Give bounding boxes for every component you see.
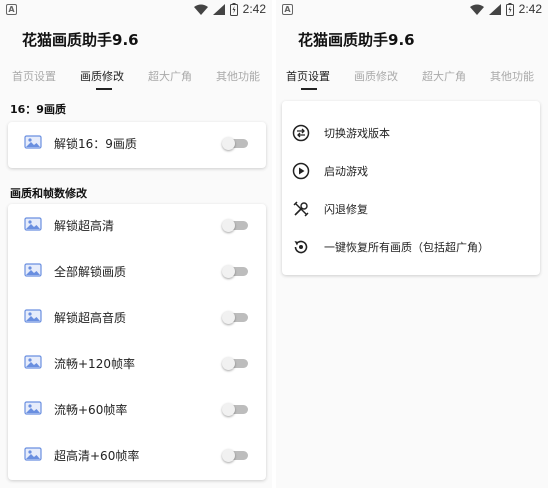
toggle-switch[interactable]	[222, 219, 248, 232]
tab-bar: 首页设置 画质修改 超大广角 其他功能	[0, 62, 272, 92]
section-title-16-9: 16：9画质	[10, 103, 66, 116]
app-bar: 花猫画质助手9.6	[276, 26, 548, 54]
image-icon	[24, 217, 42, 231]
tab-home-settings[interactable]: 首页设置	[12, 68, 56, 84]
tab-quality-modify[interactable]: 画质修改	[354, 68, 398, 84]
image-icon	[24, 263, 42, 277]
notification-app-icon: A	[282, 4, 293, 15]
menu-label: 切换游戏版本	[324, 127, 390, 140]
signal-icon	[488, 3, 501, 15]
setting-label: 流畅+120帧率	[54, 357, 135, 371]
restore-icon	[294, 240, 308, 254]
section-title-quality-fps: 画质和帧数修改	[10, 187, 87, 200]
tab-indicator	[301, 88, 317, 90]
card-quality-fps: 解锁超高清 全部解锁画质 解锁超高音质 流畅+120帧率 流畅+60帧率 超高清…	[8, 204, 266, 480]
image-icon	[24, 309, 42, 323]
setting-row[interactable]: 解锁超高清	[8, 204, 266, 250]
menu-label: 启动游戏	[324, 165, 368, 178]
toggle-switch[interactable]	[222, 403, 248, 416]
tab-home-settings[interactable]: 首页设置	[286, 68, 330, 84]
clock: 2:42	[518, 2, 542, 16]
tab-other-functions[interactable]: 其他功能	[490, 68, 534, 84]
setting-label: 全部解锁画质	[54, 265, 127, 279]
tab-other-functions[interactable]: 其他功能	[216, 68, 260, 84]
app-title: 花猫画质助手9.6	[22, 31, 139, 49]
signal-icon	[212, 3, 225, 15]
menu-item-switch-version[interactable]: 切换游戏版本	[282, 113, 540, 151]
setting-label: 解锁16：9画质	[54, 137, 137, 151]
toggle-switch[interactable]	[222, 137, 248, 150]
home-menu-card: 切换游戏版本 启动游戏 闪退修复 一键恢复所有画质（包括超广角）	[282, 101, 540, 275]
app-title: 花猫画质助手9.6	[298, 31, 415, 49]
tab-indicator	[96, 88, 112, 90]
toggle-switch[interactable]	[222, 357, 248, 370]
battery-icon	[505, 2, 514, 16]
tab-quality-modify[interactable]: 画质修改	[80, 68, 124, 84]
tools-icon	[293, 201, 309, 217]
menu-item-crash-fix[interactable]: 闪退修复	[282, 189, 540, 227]
tab-bar: 首页设置 画质修改 超大广角 其他功能	[276, 62, 548, 92]
right-screen: A 2:42 花猫画质助手9.6 首页设置 画质修改 超大广角 其他功能 切换游…	[276, 0, 548, 488]
swap-icon	[292, 124, 310, 142]
wifi-icon	[193, 4, 208, 15]
status-bar: A 2:42	[276, 0, 548, 20]
toggle-switch[interactable]	[222, 311, 248, 324]
tab-wide-angle[interactable]: 超大广角	[148, 68, 192, 84]
toggle-switch[interactable]	[222, 265, 248, 278]
left-screen: A 2:42 花猫画质助手9.6 首页设置 画质修改 超大广角 其他功能 16：…	[0, 0, 272, 488]
menu-label: 闪退修复	[324, 203, 368, 216]
setting-label: 超高清+60帧率	[54, 449, 140, 463]
play-icon	[292, 162, 310, 180]
menu-item-launch-game[interactable]: 启动游戏	[282, 151, 540, 189]
setting-row[interactable]: 流畅+120帧率	[8, 342, 266, 388]
tab-wide-angle[interactable]: 超大广角	[422, 68, 466, 84]
menu-item-restore-all[interactable]: 一键恢复所有画质（包括超广角）	[282, 227, 540, 265]
status-bar: A 2:42	[0, 0, 272, 20]
image-icon	[24, 447, 42, 461]
image-icon	[24, 355, 42, 369]
setting-row[interactable]: 解锁16：9画质	[8, 122, 266, 168]
setting-label: 解锁超高音质	[54, 311, 127, 325]
image-icon	[24, 401, 42, 415]
notification-app-icon: A	[6, 4, 17, 15]
setting-row[interactable]: 全部解锁画质	[8, 250, 266, 296]
card-16-9: 解锁16：9画质	[8, 122, 266, 168]
setting-row[interactable]: 超高清+60帧率	[8, 434, 266, 480]
clock: 2:42	[242, 2, 266, 16]
setting-label: 流畅+60帧率	[54, 403, 128, 417]
setting-row[interactable]: 解锁超高音质	[8, 296, 266, 342]
menu-label: 一键恢复所有画质（包括超广角）	[324, 241, 489, 254]
wifi-icon	[469, 4, 484, 15]
setting-row[interactable]: 流畅+60帧率	[8, 388, 266, 434]
app-bar: 花猫画质助手9.6	[0, 26, 272, 54]
toggle-switch[interactable]	[222, 449, 248, 462]
setting-label: 解锁超高清	[54, 219, 115, 233]
battery-icon	[229, 2, 238, 16]
image-icon	[24, 135, 42, 149]
